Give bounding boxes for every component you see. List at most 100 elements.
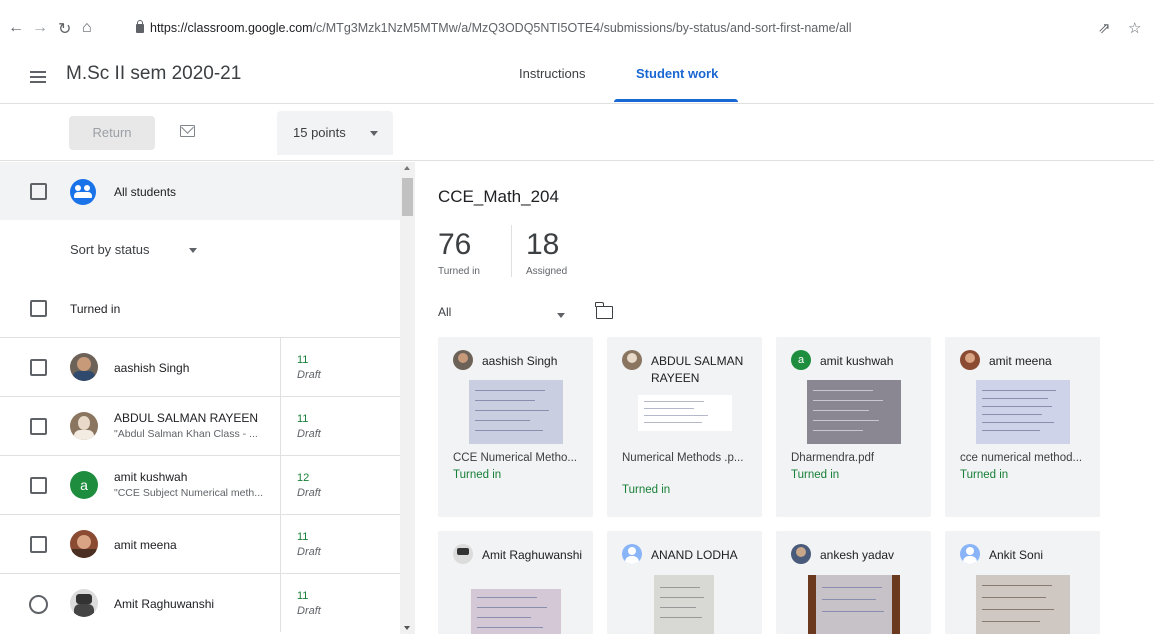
attachment-name: cce numerical method...	[960, 452, 1083, 464]
turned-in-group-checkbox[interactable]	[30, 300, 47, 317]
submission-status: Turned in	[960, 469, 1009, 481]
submission-card[interactable]: ABDUL SALMAN RAYEEN Numerical Methods .p…	[607, 337, 762, 517]
student-avatar	[70, 589, 98, 617]
submission-card[interactable]: amit meena cce numerical method... Turne…	[945, 337, 1100, 517]
submission-thumbnail	[471, 589, 561, 634]
turned-in-count[interactable]: 76	[438, 228, 471, 262]
main-menu-icon[interactable]	[30, 71, 46, 83]
submission-thumbnail	[654, 575, 714, 634]
scroll-thumb[interactable]	[402, 178, 413, 216]
student-row[interactable]: Amit Raghuwanshi 11 Draft	[0, 573, 400, 632]
student-avatar	[453, 544, 473, 564]
student-avatar	[70, 530, 98, 558]
card-student-name: Amit Raghuwanshi	[482, 548, 583, 562]
student-status: Draft	[297, 369, 321, 381]
tab-instructions[interactable]: Instructions	[519, 66, 585, 81]
submission-card[interactable]: aashish Singh CCE Numerical Metho... Tur…	[438, 337, 593, 517]
sort-label: Sort by status	[70, 242, 150, 257]
student-list-panel: All students Sort by status Turned in aa…	[0, 162, 415, 634]
filter-value: All	[438, 305, 452, 319]
student-name: ABDUL SALMAN RAYEEN	[114, 411, 259, 425]
student-checkbox[interactable]	[30, 418, 47, 435]
assigned-count[interactable]: 18	[526, 228, 559, 262]
person-icon	[622, 544, 642, 564]
tab-student-work[interactable]: Student work	[636, 66, 718, 81]
card-student-name: Ankit Soni	[989, 548, 1044, 562]
student-avatar	[791, 544, 811, 564]
student-avatar	[70, 412, 98, 440]
submission-status: Turned in	[791, 469, 840, 481]
student-checkbox[interactable]	[30, 477, 47, 494]
all-students-row[interactable]: All students	[0, 162, 400, 220]
forward-arrow-icon[interactable]: →	[32, 19, 48, 37]
share-icon[interactable]: ⇗	[1098, 19, 1111, 37]
grading-toolbar: Return 15 points	[0, 105, 1154, 161]
browser-toolbar: ← → ↻ ⌂ https://classroom.google.com/c/M…	[0, 0, 1154, 54]
list-scrollbar[interactable]	[400, 162, 415, 634]
app-header: M.Sc II sem 2020-21 Instructions Student…	[0, 54, 1154, 104]
class-title: M.Sc II sem 2020-21	[66, 63, 242, 84]
submission-card[interactable]: Ankit Soni	[945, 531, 1100, 634]
dropdown-arrow-icon	[557, 313, 565, 318]
student-grade: 11	[297, 413, 309, 425]
student-status: Draft	[297, 428, 321, 440]
submission-card[interactable]: ankesh yadav	[776, 531, 931, 634]
student-avatar-letter: a	[70, 471, 98, 499]
submission-card[interactable]: ANAND LODHA	[607, 531, 762, 634]
student-status: Draft	[297, 605, 321, 617]
submission-thumbnail	[808, 575, 900, 634]
submission-thumbnail	[638, 395, 732, 431]
student-row[interactable]: amit meena 11 Draft	[0, 514, 400, 573]
submission-thumbnail	[807, 380, 901, 444]
back-arrow-icon[interactable]: ←	[8, 19, 24, 37]
return-button[interactable]: Return	[69, 116, 155, 150]
assignment-return-icon[interactable]	[29, 595, 48, 614]
scroll-down-icon[interactable]	[404, 626, 410, 630]
card-student-name: ABDUL SALMAN RAYEEN	[651, 354, 744, 385]
student-checkbox[interactable]	[30, 359, 47, 376]
attachment-name: CCE Numerical Metho...	[453, 452, 577, 464]
dropdown-arrow-icon	[189, 248, 197, 253]
assigned-label: Assigned	[526, 266, 568, 277]
email-icon[interactable]	[180, 125, 195, 137]
student-status: Draft	[297, 546, 321, 558]
attachment-name: Numerical Methods .p...	[622, 452, 744, 464]
student-row[interactable]: a amit kushwah "CCE Subject Numerical me…	[0, 455, 400, 514]
student-row[interactable]: ABDUL SALMAN RAYEEN "Abdul Salman Khan C…	[0, 396, 400, 455]
student-avatar	[70, 353, 98, 381]
home-icon[interactable]: ⌂	[82, 19, 92, 37]
person-icon	[960, 544, 980, 564]
submission-status: Turned in	[453, 469, 502, 481]
student-avatar	[960, 350, 980, 370]
scroll-up-icon[interactable]	[404, 166, 410, 170]
folder-icon[interactable]	[595, 302, 613, 319]
student-row[interactable]: aashish Singh 11 Draft	[0, 337, 400, 396]
submission-thumbnail	[469, 380, 563, 444]
student-name: amit kushwah	[114, 470, 188, 484]
address-bar[interactable]: https://classroom.google.com/c/MTg3Mzk1N…	[136, 16, 1042, 40]
reload-icon[interactable]: ↻	[58, 19, 71, 39]
turned-in-label: Turned in	[438, 266, 480, 277]
student-name: amit meena	[114, 538, 177, 552]
card-student-name: ANAND LODHA	[651, 548, 738, 562]
card-student-name: amit meena	[989, 354, 1052, 368]
bookmark-star-icon[interactable]: ☆	[1128, 19, 1141, 37]
student-checkbox[interactable]	[30, 536, 47, 553]
active-tab-indicator	[614, 99, 738, 102]
url-host: https://classroom.google.com	[150, 21, 313, 35]
card-student-name: ankesh yadav	[820, 548, 895, 562]
card-student-name: aashish Singh	[482, 354, 558, 368]
submission-card[interactable]: a amit kushwah Dharmendra.pdf Turned in	[776, 337, 931, 517]
card-student-name: amit kushwah	[820, 354, 894, 368]
assignment-title: CCE_Math_204	[438, 187, 559, 206]
points-select[interactable]: 15 points	[277, 111, 393, 155]
student-status: Draft	[297, 487, 321, 499]
submission-card[interactable]: Amit Raghuwanshi	[438, 531, 593, 634]
private-comment: "Abdul Salman Khan Class - ...	[114, 428, 258, 440]
student-name: Amit Raghuwanshi	[114, 597, 215, 611]
turned-in-group-header: Turned in	[70, 302, 121, 316]
student-grade: 11	[297, 354, 309, 366]
all-students-checkbox[interactable]	[30, 183, 47, 200]
all-students-label: All students	[114, 185, 177, 199]
submission-status: Turned in	[622, 484, 671, 496]
